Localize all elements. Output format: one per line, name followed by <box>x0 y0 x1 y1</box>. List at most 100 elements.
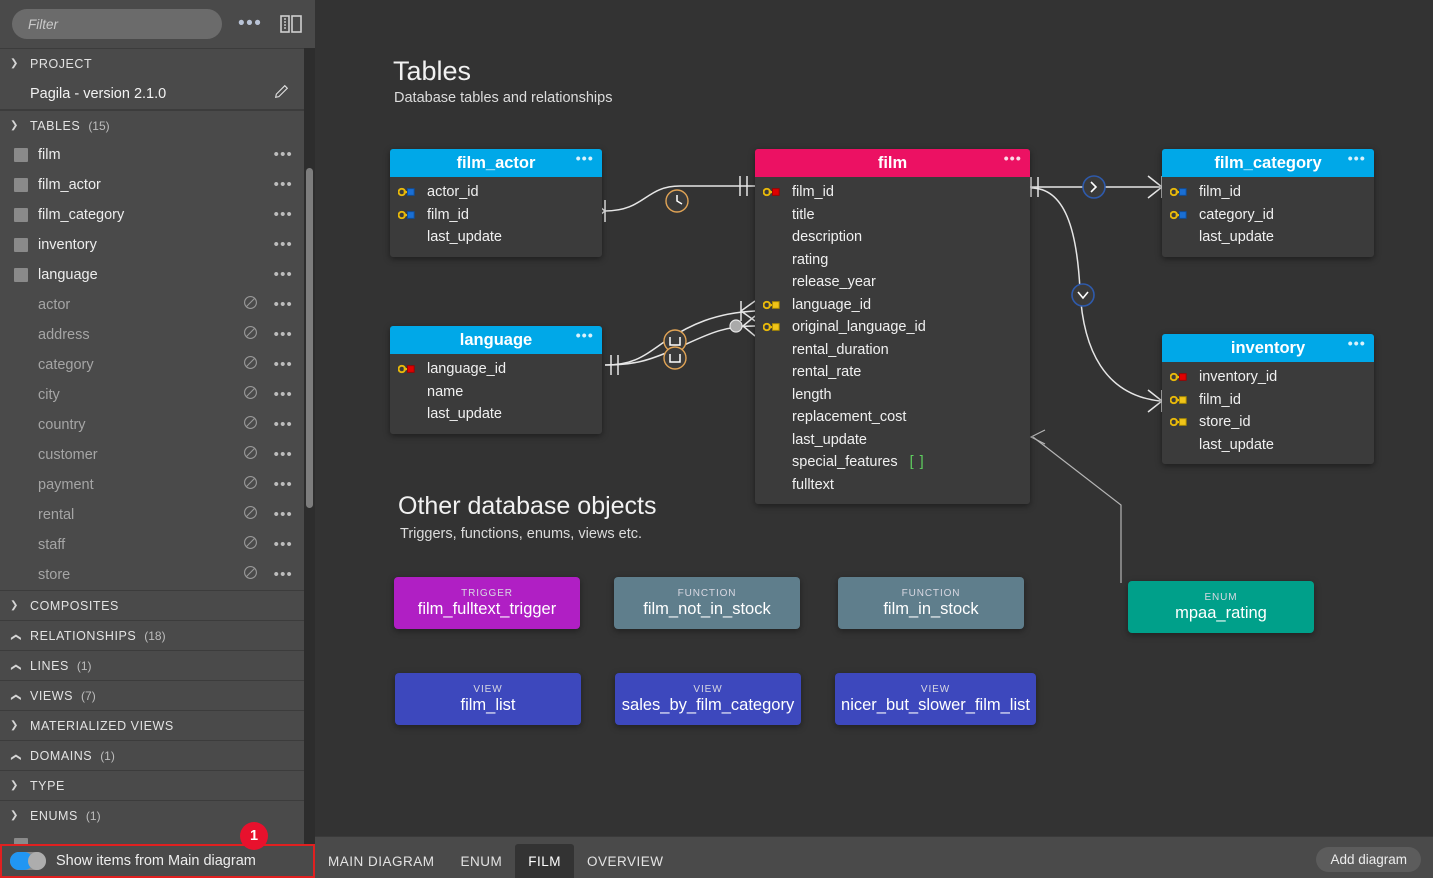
column-row[interactable]: last_update <box>390 403 602 426</box>
table-more-icon[interactable]: ••• <box>576 328 594 342</box>
column-row[interactable]: last_update <box>1162 226 1374 249</box>
column-row[interactable]: last_update <box>390 226 602 249</box>
object-card-function-film_in_stock[interactable]: FUNCTION film_in_stock <box>838 577 1024 629</box>
column-row[interactable]: last_update <box>755 429 1030 452</box>
project-name-row[interactable]: Pagila - version 2.1.0 <box>0 78 315 110</box>
hidden-icon[interactable] <box>243 445 258 465</box>
row-more-icon[interactable]: ••• <box>274 387 293 402</box>
sidebar-table-film[interactable]: film ••• <box>0 140 315 170</box>
more-horizontal-icon[interactable]: ••• <box>232 14 268 33</box>
sidebar-table-film_actor[interactable]: film_actor ••• <box>0 170 315 200</box>
column-row[interactable]: actor_id <box>390 181 602 204</box>
row-more-icon[interactable]: ••• <box>274 327 293 342</box>
object-card-view-sales_by_film_category[interactable]: VIEW sales_by_film_category <box>615 673 801 725</box>
column-row[interactable]: rating <box>755 249 1030 272</box>
hidden-icon[interactable] <box>243 355 258 375</box>
section-views[interactable]: ❯ VIEWS (7) <box>0 680 315 710</box>
column-row[interactable]: store_id <box>1162 411 1374 434</box>
object-card-trigger-film_fulltext_trigger[interactable]: TRIGGER film_fulltext_trigger <box>394 577 580 629</box>
section-materialized-views[interactable]: ❯ MATERIALIZED VIEWS <box>0 710 315 740</box>
object-card-view-film_list[interactable]: VIEW film_list <box>395 673 581 725</box>
object-card-enum-mpaa_rating[interactable]: ENUM mpaa_rating <box>1128 581 1314 633</box>
sidebar-table-rental[interactable]: rental ••• <box>0 500 315 530</box>
column-row[interactable]: name <box>390 381 602 404</box>
table-header-film_category[interactable]: film_category ••• <box>1162 149 1374 177</box>
sidebar-table-address[interactable]: address ••• <box>0 320 315 350</box>
section-composites[interactable]: ❯ COMPOSITES <box>0 590 315 620</box>
column-row[interactable]: film_id <box>755 181 1030 204</box>
hidden-icon[interactable] <box>243 535 258 555</box>
tab-overview[interactable]: OVERVIEW <box>574 844 677 878</box>
tab-main-diagram[interactable]: MAIN DIAGRAM <box>315 844 448 878</box>
row-more-icon[interactable]: ••• <box>274 267 293 282</box>
table-more-icon[interactable]: ••• <box>576 151 594 165</box>
column-row[interactable]: last_update <box>1162 434 1374 457</box>
table-header-film[interactable]: film ••• <box>755 149 1030 177</box>
row-more-icon[interactable]: ••• <box>274 447 293 462</box>
row-more-icon[interactable]: ••• <box>274 297 293 312</box>
row-more-icon[interactable]: ••• <box>274 177 293 192</box>
pencil-icon[interactable] <box>274 84 289 103</box>
object-card-view-nicer_but_slower_film_list[interactable]: VIEW nicer_but_slower_film_list <box>835 673 1036 725</box>
row-more-icon[interactable]: ••• <box>274 237 293 252</box>
sidebar-table-film_category[interactable]: film_category ••• <box>0 200 315 230</box>
column-row[interactable]: language_id <box>390 358 602 381</box>
column-row[interactable]: film_id <box>390 204 602 227</box>
column-row[interactable]: replacement_cost <box>755 406 1030 429</box>
section-tables[interactable]: ❯ TABLES (15) <box>0 110 315 140</box>
hidden-icon[interactable] <box>243 505 258 525</box>
table-card-inventory[interactable]: inventory ••• inventory_id film_id store… <box>1162 334 1374 464</box>
hidden-icon[interactable] <box>243 475 258 495</box>
show-main-diagram-toggle[interactable] <box>10 852 46 870</box>
table-more-icon[interactable]: ••• <box>1004 151 1022 165</box>
object-card-function-film_not_in_stock[interactable]: FUNCTION film_not_in_stock <box>614 577 800 629</box>
sidebar-table-store[interactable]: store ••• <box>0 560 315 590</box>
tab-enum[interactable]: ENUM <box>448 844 516 878</box>
section-lines[interactable]: ❯ LINES (1) <box>0 650 315 680</box>
table-header-inventory[interactable]: inventory ••• <box>1162 334 1374 362</box>
column-row[interactable]: title <box>755 204 1030 227</box>
column-row[interactable]: fulltext <box>755 474 1030 497</box>
table-card-language[interactable]: language ••• language_id name last_updat… <box>390 326 602 434</box>
column-row[interactable]: film_id <box>1162 181 1374 204</box>
column-row[interactable]: release_year <box>755 271 1030 294</box>
add-diagram-button[interactable]: Add diagram <box>1316 847 1421 872</box>
sidebar-table-actor[interactable]: actor ••• <box>0 290 315 320</box>
column-row[interactable]: rental_rate <box>755 361 1030 384</box>
panel-layout-icon[interactable] <box>279 13 303 35</box>
section-relationships[interactable]: ❯ RELATIONSHIPS (18) <box>0 620 315 650</box>
section-project[interactable]: ❯ PROJECT <box>0 48 315 78</box>
row-more-icon[interactable]: ••• <box>274 477 293 492</box>
hidden-icon[interactable] <box>243 415 258 435</box>
section-type[interactable]: ❯ TYPE <box>0 770 315 800</box>
row-more-icon[interactable]: ••• <box>274 147 293 162</box>
section-domains[interactable]: ❯ DOMAINS (1) <box>0 740 315 770</box>
sidebar-table-language[interactable]: language ••• <box>0 260 315 290</box>
show-main-diagram-row[interactable]: Show items from Main diagram 1 <box>0 822 315 878</box>
sidebar-table-staff[interactable]: staff ••• <box>0 530 315 560</box>
column-row[interactable]: film_id <box>1162 389 1374 412</box>
sidebar-table-payment[interactable]: payment ••• <box>0 470 315 500</box>
column-row[interactable]: rental_duration <box>755 339 1030 362</box>
sidebar-table-customer[interactable]: customer ••• <box>0 440 315 470</box>
sidebar-table-inventory[interactable]: inventory ••• <box>0 230 315 260</box>
row-more-icon[interactable]: ••• <box>274 507 293 522</box>
hidden-icon[interactable] <box>243 325 258 345</box>
hidden-icon[interactable] <box>243 385 258 405</box>
table-more-icon[interactable]: ••• <box>1348 151 1366 165</box>
section-enums[interactable]: ❯ ENUMS (1) <box>0 800 315 830</box>
table-more-icon[interactable]: ••• <box>1348 336 1366 350</box>
column-row[interactable]: original_language_id <box>755 316 1030 339</box>
column-row[interactable]: inventory_id <box>1162 366 1374 389</box>
column-row[interactable]: category_id <box>1162 204 1374 227</box>
column-row[interactable]: length <box>755 384 1030 407</box>
column-row[interactable]: language_id <box>755 294 1030 317</box>
sidebar-table-country[interactable]: country ••• <box>0 410 315 440</box>
sidebar-table-category[interactable]: category ••• <box>0 350 315 380</box>
table-card-film_actor[interactable]: film_actor ••• actor_id film_id last_upd… <box>390 149 602 257</box>
row-more-icon[interactable]: ••• <box>274 537 293 552</box>
column-row[interactable]: description <box>755 226 1030 249</box>
row-more-icon[interactable]: ••• <box>274 207 293 222</box>
row-more-icon[interactable]: ••• <box>274 357 293 372</box>
row-more-icon[interactable]: ••• <box>274 417 293 432</box>
